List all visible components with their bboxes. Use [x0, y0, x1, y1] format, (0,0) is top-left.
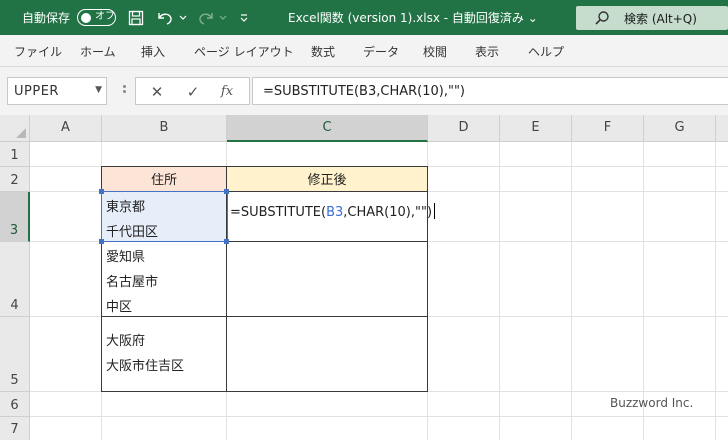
save-icon[interactable]	[126, 8, 146, 28]
cell-line: 大阪府	[106, 334, 146, 349]
header-corrected: 修正後	[307, 173, 347, 188]
row-number: 1	[10, 148, 19, 163]
formula-suffix: ,CHAR(10),"")	[343, 205, 433, 220]
row-number: 7	[10, 422, 19, 437]
tab-file[interactable]: ファイル	[14, 43, 62, 60]
row-number: 3	[9, 223, 19, 238]
column-header-h[interactable]	[716, 115, 728, 142]
formula-bar: UPPER ▼ ✕ ✓ fx =SUBSTITUTE(B3,CHAR(10),"…	[0, 67, 728, 115]
watermark: Buzzword Inc.	[610, 396, 694, 410]
search-placeholder: 検索 (Alt+Q)	[624, 12, 697, 26]
row-number: 6	[10, 398, 19, 413]
cell-b2[interactable]: 住所	[101, 166, 227, 192]
row-header-4[interactable]: 4	[0, 242, 30, 317]
redo-icon	[196, 8, 216, 28]
select-all-button[interactable]	[0, 115, 30, 142]
toggle-knob	[81, 12, 91, 23]
formula-bar-grip[interactable]	[123, 85, 126, 99]
text-caret	[434, 203, 436, 219]
tab-page-layout[interactable]: ページ レイアウト	[194, 43, 294, 60]
row-number: 4	[10, 298, 19, 313]
title-bar: 自動保存 オフ Excel関数 (version 1).xlsx - 自動回復済…	[0, 0, 728, 35]
cancel-icon[interactable]: ✕	[148, 83, 166, 101]
column-header-e[interactable]: E	[500, 115, 572, 142]
resize-handle[interactable]	[224, 239, 229, 244]
autosave-toggle[interactable]: オフ	[77, 9, 116, 26]
column-header-g[interactable]: G	[644, 115, 716, 142]
formula-buttons: ✕ ✓ fx	[135, 77, 250, 105]
column-header-f[interactable]: F	[572, 115, 644, 142]
header-address: 住所	[150, 173, 177, 188]
cell-line: 名古屋市	[106, 275, 159, 290]
spreadsheet-grid: A B C D E F G 1 2 3 4 5 6 7 住所 修正後 東京都 千…	[0, 115, 728, 440]
resize-handle[interactable]	[99, 239, 104, 244]
document-title-text: Excel関数 (version 1).xlsx - 自動回復済み	[288, 11, 524, 25]
cell-c2[interactable]: 修正後	[226, 166, 428, 192]
cell-c4[interactable]	[226, 241, 428, 317]
redo-dropdown-icon	[218, 8, 228, 28]
row-header-5[interactable]: 5	[0, 317, 30, 392]
tab-review[interactable]: 校閲	[423, 43, 447, 60]
reference-highlight-b3	[101, 191, 228, 242]
tab-view[interactable]: 表示	[475, 43, 499, 60]
name-box-value: UPPER	[14, 84, 59, 99]
resize-handle[interactable]	[224, 189, 229, 194]
resize-handle[interactable]	[99, 189, 104, 194]
search-icon	[594, 10, 610, 30]
enter-icon[interactable]: ✓	[184, 83, 202, 101]
row-header-2[interactable]: 2	[0, 167, 30, 192]
search-box[interactable]: 検索 (Alt+Q)	[576, 6, 728, 30]
column-header-b[interactable]: B	[102, 115, 227, 142]
name-box-dropdown-icon[interactable]: ▼	[95, 85, 102, 95]
cell-b4[interactable]: 愛知県 名古屋市 中区	[101, 241, 227, 317]
tab-help[interactable]: ヘルプ	[528, 43, 564, 60]
row-header-1[interactable]: 1	[0, 142, 30, 167]
tab-home[interactable]: ホーム	[80, 43, 116, 60]
document-title[interactable]: Excel関数 (version 1).xlsx - 自動回復済み ⌄	[288, 9, 538, 26]
cell-c5[interactable]	[226, 316, 428, 392]
cell-b5[interactable]: 大阪府 大阪市住吉区	[101, 316, 227, 392]
tab-data[interactable]: データ	[363, 43, 399, 60]
row-header-3[interactable]: 3	[0, 192, 30, 242]
row-header-7[interactable]: 7	[0, 417, 30, 440]
ribbon-tabs: ファイル ホーム 挿入 ページ レイアウト 数式 データ 校閲 表示 ヘルプ	[0, 35, 728, 67]
column-header-c[interactable]: C	[227, 115, 428, 142]
column-header-a[interactable]: A	[30, 115, 102, 142]
row-number: 2	[10, 173, 19, 188]
insert-function-icon[interactable]: fx	[218, 83, 236, 101]
undo-dropdown-icon[interactable]	[178, 8, 188, 28]
customize-toolbar-icon[interactable]	[234, 8, 254, 28]
autosave-label: 自動保存	[22, 11, 71, 25]
tab-formulas[interactable]: 数式	[311, 43, 335, 60]
formula-text: =SUBSTITUTE(B3,CHAR(10),"")	[263, 84, 466, 99]
tab-insert[interactable]: 挿入	[141, 43, 165, 60]
cell-editor-c3[interactable]: =SUBSTITUTE(B3,CHAR(10),"")	[229, 203, 436, 225]
cell-line: 愛知県	[106, 250, 146, 265]
autosave-state: オフ	[95, 11, 115, 22]
name-box[interactable]: UPPER ▼	[7, 77, 107, 105]
formula-prefix: =SUBSTITUTE(	[230, 205, 327, 220]
row-number: 5	[10, 373, 19, 388]
column-header-d[interactable]: D	[428, 115, 500, 142]
formula-reference: B3	[326, 205, 344, 220]
cell-line: 大阪市住吉区	[106, 359, 185, 374]
formula-input[interactable]: =SUBSTITUTE(B3,CHAR(10),"")	[252, 77, 728, 105]
undo-icon[interactable]	[155, 8, 175, 28]
title-dropdown-icon: ⌄	[527, 11, 538, 25]
row-header-6[interactable]: 6	[0, 392, 30, 417]
